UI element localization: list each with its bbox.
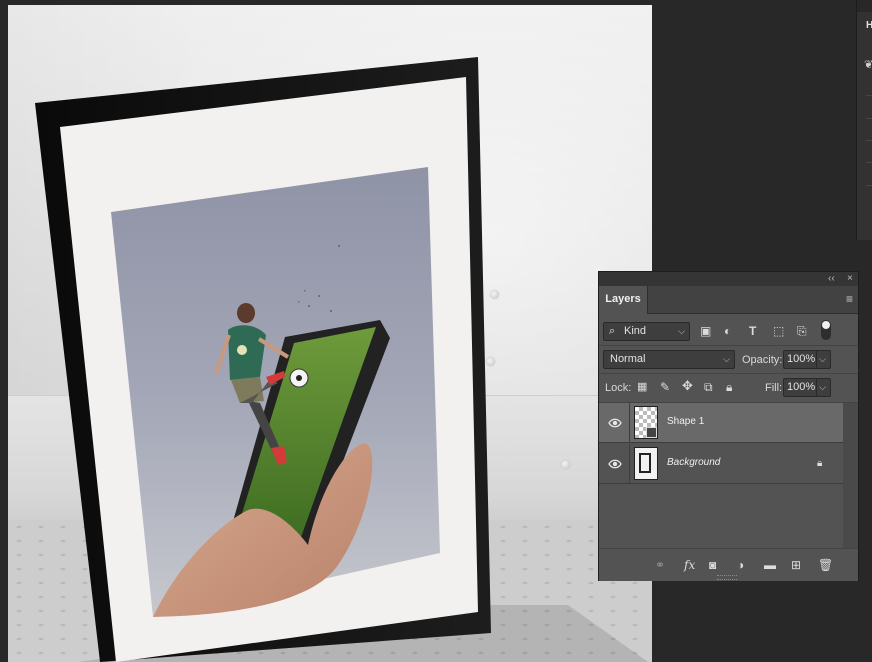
panel-tab-row: Layers ≡	[599, 286, 858, 314]
layer-name[interactable]: Background	[667, 457, 720, 468]
layer-row-shape-1[interactable]: Shape 1	[599, 403, 843, 443]
close-panel-button[interactable]: ×	[847, 272, 853, 286]
lock-artboard-icon[interactable]: ⧉	[704, 380, 713, 394]
visibility-eye-icon[interactable]	[608, 457, 622, 471]
lock-image-pixels-icon[interactable]: ✎	[660, 380, 670, 394]
chevron-down-icon[interactable]: ⌵	[816, 379, 826, 396]
filter-shape-icon[interactable]: ⬚	[773, 324, 784, 338]
chevron-down-icon: ⌵	[678, 326, 685, 336]
lock-icon: 🔒︎	[817, 458, 823, 469]
photo-frame	[35, 57, 648, 662]
brush-settings-icon[interactable]: ❦	[864, 58, 872, 71]
divider	[629, 444, 630, 484]
panel-header	[857, 0, 872, 12]
tab-layers[interactable]: Layers	[599, 286, 648, 314]
divider	[599, 373, 858, 374]
divider	[866, 185, 872, 186]
lock-position-icon[interactable]: ✥	[682, 379, 693, 393]
fill-input[interactable]: 100% ⌵	[783, 378, 831, 397]
filter-adjustment-icon[interactable]: ◐	[724, 324, 731, 338]
layer-thumbnail[interactable]	[634, 406, 658, 439]
link-layers-icon[interactable]: ⚭	[655, 558, 665, 572]
layers-scrollbar[interactable]	[843, 403, 858, 548]
layer-name[interactable]: Shape 1	[667, 416, 704, 427]
panel-titlebar[interactable]: ‹‹ ×	[599, 272, 858, 286]
layer-thumbnail[interactable]	[634, 447, 658, 480]
resize-grip[interactable]	[717, 575, 737, 580]
new-layer-icon[interactable]: ⊞	[791, 558, 801, 572]
delete-layer-icon[interactable]: 🗑︎	[818, 558, 833, 572]
visibility-eye-icon[interactable]	[608, 416, 622, 430]
divider	[866, 162, 872, 163]
blend-mode-value: Normal	[610, 353, 646, 365]
add-mask-icon[interactable]: ◙	[709, 558, 716, 572]
new-fill-adjustment-icon[interactable]: ◑	[737, 558, 744, 572]
chevron-down-icon[interactable]: ⌵	[816, 351, 826, 368]
thumbnail-frame-icon	[639, 453, 651, 473]
lock-label: Lock:	[605, 382, 632, 394]
collapse-panel-button[interactable]: ‹‹	[828, 272, 835, 286]
filter-toggle-knob	[822, 321, 830, 329]
blend-mode-select[interactable]: Normal ⌵	[603, 350, 735, 369]
document-canvas[interactable]	[8, 5, 652, 662]
panel-tab-label[interactable]: H	[866, 20, 872, 31]
divider	[599, 345, 858, 346]
lock-all-icon[interactable]: 🔒︎	[726, 380, 732, 394]
layers-panel: ‹‹ × Layers ≡ ⌕ Kind ⌵ ▣ ◐ T ⬚ ⎘ Normal …	[598, 271, 859, 581]
panel-menu-icon[interactable]: ≡	[846, 293, 853, 305]
divider	[629, 403, 630, 443]
new-group-icon[interactable]: ▬	[764, 558, 776, 572]
fill-value: 100%	[787, 381, 816, 393]
opacity-input[interactable]: 100% ⌵	[783, 350, 831, 369]
add-layer-style-icon[interactable]: fx	[684, 558, 695, 572]
search-icon: ⌕	[609, 325, 616, 337]
chevron-down-icon: ⌵	[723, 354, 730, 364]
filter-kind-value: Kind	[624, 325, 647, 337]
filter-type-icon[interactable]: T	[749, 324, 756, 338]
layer-row-background[interactable]: Background 🔒︎	[599, 444, 843, 484]
lock-transparent-pixels-icon[interactable]: ▦	[637, 380, 647, 394]
opacity-value: 100%	[787, 353, 816, 365]
divider	[866, 118, 872, 119]
opacity-label: Opacity:	[742, 354, 783, 366]
smart-object-badge-icon	[646, 427, 657, 438]
layers-footer: ⚭ fx ◙ ◑ ▬ ⊞ 🗑︎	[599, 548, 858, 581]
filter-image-icon[interactable]: ▣	[700, 324, 711, 338]
filter-toggle[interactable]	[821, 320, 831, 340]
fill-label: Fill:	[765, 382, 783, 394]
filter-smart-object-icon[interactable]: ⎘	[797, 324, 807, 338]
divider	[866, 140, 872, 141]
divider	[866, 95, 872, 96]
filter-kind-select[interactable]: ⌕ Kind ⌵	[603, 322, 690, 341]
properties-panel-edge[interactable]: H ❦	[856, 0, 872, 240]
